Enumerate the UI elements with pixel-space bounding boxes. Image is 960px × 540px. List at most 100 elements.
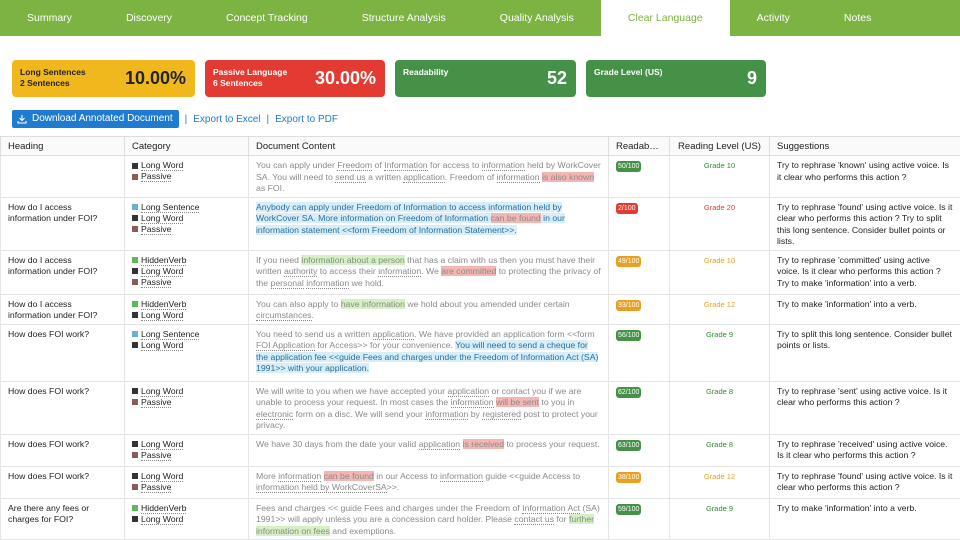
tab-notes[interactable]: Notes [817,0,898,36]
readability-score-badge: 2/100 [616,203,638,214]
table-row[interactable]: Are there any fees or charges for FOI?Hi… [1,498,960,540]
column-header-reading-level[interactable]: Reading Level (US) [670,137,770,156]
column-header-content[interactable]: Document Content [249,137,609,156]
underlined-word[interactable]: registered [482,409,521,420]
underlined-word[interactable]: information [378,266,421,277]
tab-activity[interactable]: Activity [730,0,817,36]
content-text: . Freedom of [445,172,497,182]
underlined-word[interactable]: electronic [256,409,293,420]
table-row[interactable]: How do I access information under FOI?Hi… [1,294,960,324]
row-category: Long WordPassive [125,381,249,434]
content-text: >>. [387,482,400,492]
highlight-red[interactable]: are committed [441,266,496,276]
highlight-red[interactable]: is received [463,439,505,449]
category-tag: Long Word [132,266,241,277]
underlined-word[interactable]: FOI Application [256,340,315,351]
highlight-red[interactable]: can be found [491,213,541,223]
tab-clear-language[interactable]: Clear Language [601,0,730,36]
underlined-word[interactable]: Information Act [522,503,580,514]
row-heading: Are there any fees or charges for FOI? [1,498,125,540]
highlight-green[interactable]: information about a person [301,255,404,265]
export-pdf-link[interactable]: Export to PDF [275,114,338,125]
passive-language-card[interactable]: Passive Language 6 Sentences 30.00% [205,60,385,97]
underlined-word[interactable]: information [482,160,525,171]
underlined-word[interactable]: information [497,172,540,183]
card-value: 30.00% [315,68,376,89]
underlined-word[interactable]: information [440,471,483,482]
row-readability: 56/100 [609,324,670,381]
highlight-red[interactable]: is also known [542,172,594,182]
row-reading-level: Grade 8 [670,434,770,466]
row-category: Long SentenceLong WordPassive [125,197,249,250]
category-swatch-icon [132,505,138,511]
column-header-suggestions[interactable]: Suggestions [770,137,960,156]
long-sentences-card[interactable]: Long Sentences 2 Sentences 10.00% [12,60,195,97]
underlined-word[interactable]: application [403,172,445,183]
row-document-content: You can apply under Freedom of Informati… [249,156,609,198]
column-header-readability[interactable]: Readab… [609,137,670,156]
highlight-red[interactable]: can be found [324,471,374,481]
underlined-word[interactable]: information [425,409,468,420]
table-row[interactable]: How does FOI work?Long SentenceLong Word… [1,324,960,381]
tab-quality-analysis[interactable]: Quality Analysis [473,0,601,36]
category-label: Long Word [141,471,183,482]
content-text: . [312,310,314,320]
underlined-word[interactable]: application [419,439,461,450]
tab-discovery[interactable]: Discovery [99,0,199,36]
highlight-red[interactable]: will be sent [496,397,539,407]
row-readability: 2/100 [609,197,670,250]
underlined-word[interactable]: circumstances [256,310,312,321]
underlined-word[interactable]: Freedom [337,160,372,171]
row-category: Long WordPassive [125,156,249,198]
underlined-word[interactable]: contact us [514,514,554,525]
underlined-word[interactable]: application [448,386,490,397]
column-header-heading[interactable]: Heading [1,137,125,156]
download-annotated-button[interactable]: Download Annotated Document [12,110,179,128]
row-readability: 59/100 [609,498,670,540]
category-tag: Passive [132,482,241,493]
category-tag: Long Sentence [132,202,241,213]
highlight-green[interactable]: have information [341,299,405,309]
tab-structure-analysis[interactable]: Structure Analysis [335,0,473,36]
table-row[interactable]: How does FOI work?Long WordPassiveMore i… [1,466,960,498]
content-text: We have 30 days from the date your valid [256,439,419,449]
table-row[interactable]: How do I access information under FOI?Hi… [1,250,960,294]
underlined-word[interactable]: send us [335,172,365,183]
category-tag: Long Word [132,471,241,482]
content-text: We will write to you when we have accept… [256,386,448,396]
table-row[interactable]: How does FOI work?Long WordPassiveWe hav… [1,434,960,466]
content-text: to you in [539,397,574,407]
category-label: Passive [141,450,171,461]
readability-score-badge: 33/100 [616,300,641,311]
readability-card[interactable]: Readability 52 [395,60,576,97]
table-row[interactable]: Long WordPassiveYou can apply under Free… [1,156,960,198]
underlined-word[interactable]: information held by WorkCoverSA [256,482,387,493]
underlined-word[interactable]: application [373,329,415,340]
column-header-category[interactable]: Category [125,137,249,156]
row-heading [1,156,125,198]
category-tag: HiddenVerb [132,299,241,310]
underlined-word[interactable]: authority [284,266,317,277]
analysis-table: Heading Category Document Content Readab… [0,136,960,540]
category-tag: Long Word [132,160,241,171]
category-swatch-icon [132,473,138,479]
export-actions: Download Annotated Document | Export to … [12,110,338,128]
card-value: 10.00% [125,68,186,89]
category-swatch-icon [132,174,138,180]
content-text: You need to send us a written [256,329,373,339]
table-row[interactable]: How do I access information under FOI?Lo… [1,197,960,250]
underlined-word[interactable]: information [278,471,321,482]
table-row[interactable]: How does FOI work?Long WordPassiveWe wil… [1,381,960,434]
underlined-word[interactable]: information [306,278,349,289]
category-swatch-icon [132,399,138,405]
tab-concept-tracking[interactable]: Concept Tracking [199,0,335,36]
export-excel-link[interactable]: Export to Excel [193,114,260,125]
readability-score-badge: 56/100 [616,330,641,341]
metric-cards: Long Sentences 2 Sentences 10.00% Passiv… [12,60,766,97]
underlined-word[interactable]: personal [271,278,304,289]
underlined-word[interactable]: information [451,397,494,408]
separator: | [185,114,188,125]
underlined-word[interactable]: Information [384,160,427,171]
grade-level-card[interactable]: Grade Level (US) 9 [586,60,766,97]
tab-summary[interactable]: Summary [0,0,99,36]
